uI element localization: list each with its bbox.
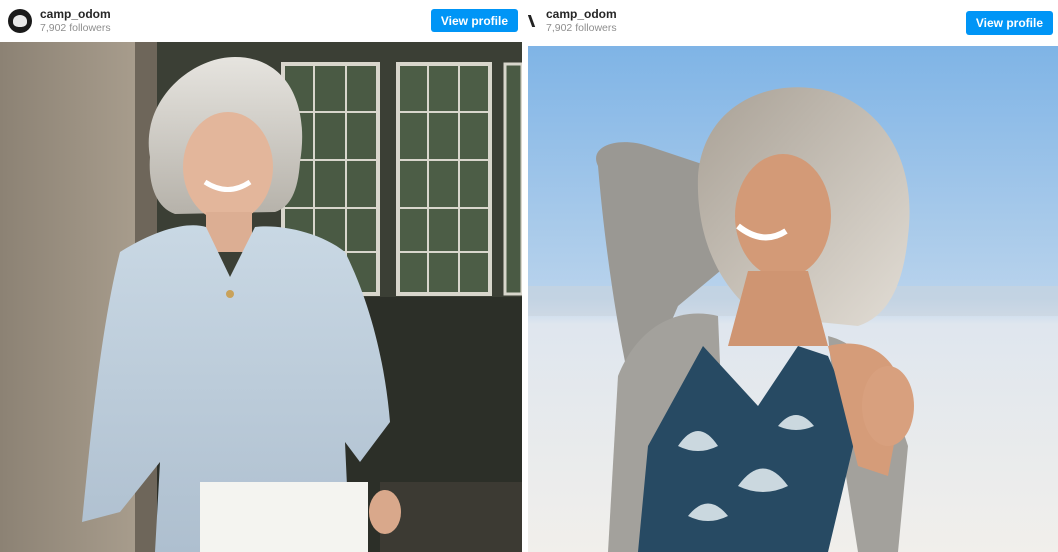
user-meta: camp_odom 7,902 followers (40, 7, 111, 35)
username-link[interactable]: camp_odom (40, 7, 111, 21)
avatar[interactable] (8, 9, 32, 33)
post-header: camp_odom 7,902 followers View profile (0, 0, 522, 42)
avatar[interactable] (528, 9, 540, 33)
woman-at-beach-photo (528, 46, 1058, 552)
view-profile-button[interactable]: View profile (965, 11, 1053, 35)
post-photo[interactable] (528, 46, 1058, 552)
followers-count: 7,902 followers (40, 21, 111, 34)
post-photo[interactable] (0, 42, 522, 552)
post-header: camp_odom 7,902 followers View profile (528, 0, 1058, 42)
followers-count: 7,902 followers (546, 21, 617, 34)
view-profile-button[interactable]: View profile (430, 9, 518, 32)
instagram-embed-right: camp_odom 7,902 followers View profile (528, 0, 1058, 552)
instagram-embed-left: camp_odom 7,902 followers View profile (0, 0, 522, 552)
username-link[interactable]: camp_odom (546, 7, 617, 21)
user-meta: camp_odom 7,902 followers (546, 7, 617, 35)
woman-in-light-blue-blouse-photo (0, 42, 522, 552)
